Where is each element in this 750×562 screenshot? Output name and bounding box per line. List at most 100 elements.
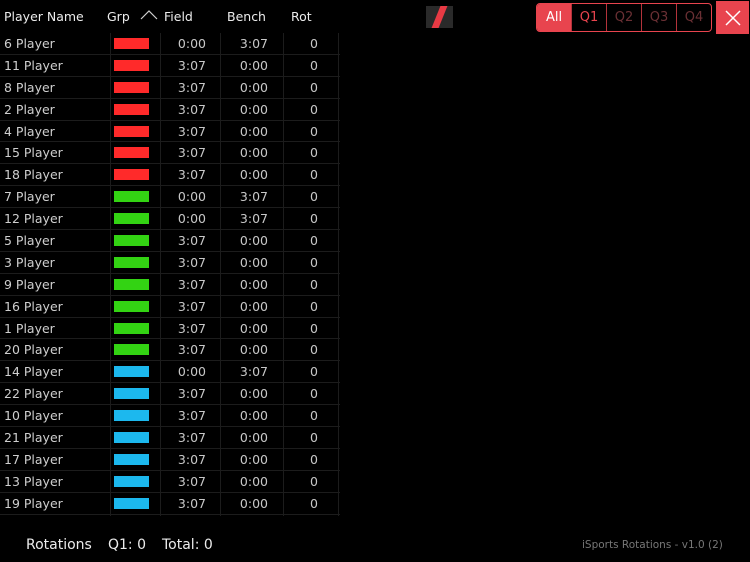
table-row[interactable]: 10 Player 3:07 0:00 0: [0, 405, 340, 428]
field-time: 3:07: [177, 320, 206, 336]
player-name: 7 Player: [4, 189, 55, 205]
bench-time: 3:07: [239, 211, 268, 227]
close-button[interactable]: [716, 1, 749, 34]
rotation-count: 0: [310, 145, 318, 161]
table-row[interactable]: 11 Player 3:07 0:00 0: [0, 55, 340, 77]
group-color-swatch[interactable]: [114, 256, 149, 268]
app-logo: [426, 6, 453, 28]
field-time: 3:07: [177, 408, 206, 424]
table-row[interactable]: 13 Player 3:07 0:00 0: [0, 471, 340, 493]
group-color-swatch[interactable]: [114, 497, 149, 509]
table-row[interactable]: 22 Player 3:07 0:00 0: [0, 383, 340, 406]
header-bench[interactable]: Bench: [227, 9, 266, 24]
group-color-swatch[interactable]: [114, 38, 149, 49]
table-row[interactable]: 14 Player 0:00 3:07 0: [0, 361, 340, 384]
group-color-swatch[interactable]: [114, 300, 149, 312]
group-color-swatch[interactable]: [114, 410, 149, 422]
group-color-swatch[interactable]: [114, 59, 149, 71]
table-row[interactable]: 20 Player 3:07 0:00 0: [0, 339, 340, 362]
bench-time: 3:07: [239, 36, 268, 51]
rotation-count: 0: [310, 167, 318, 183]
player-name: 15 Player: [4, 145, 63, 161]
header-field[interactable]: Field: [164, 9, 193, 24]
header-grp[interactable]: Grp: [107, 9, 130, 24]
field-time: 3:07: [177, 451, 206, 467]
bench-time: 0:00: [239, 473, 268, 489]
player-table: 6 Player 0:00 3:07 0 11 Player 3:07 0:00 0 8 Pla…: [0, 33, 340, 515]
bench-time: 0:00: [239, 57, 268, 73]
group-color-swatch[interactable]: [114, 278, 149, 290]
player-name: 21 Player: [4, 430, 63, 446]
player-name: 19 Player: [4, 495, 63, 511]
footer-bar: Rotations Q1: 0 Total: 0 iSports Rotatio…: [0, 528, 750, 562]
group-color-swatch[interactable]: [114, 388, 149, 400]
group-color-swatch[interactable]: [114, 169, 149, 181]
rotation-count: 0: [310, 342, 318, 358]
table-row[interactable]: 4 Player 3:07 0:00 0: [0, 121, 340, 143]
group-color-swatch[interactable]: [114, 235, 149, 247]
group-color-swatch[interactable]: [114, 432, 149, 444]
group-color-swatch[interactable]: [114, 125, 149, 137]
bench-time: 3:07: [239, 364, 268, 380]
rotation-count: 0: [310, 189, 318, 205]
filter-q1[interactable]: Q1: [571, 4, 606, 31]
field-time: 3:07: [177, 57, 206, 73]
table-row[interactable]: 3 Player 3:07 0:00 0: [0, 252, 340, 274]
rotation-count: 0: [310, 123, 318, 139]
filter-q3[interactable]: Q3: [641, 4, 676, 31]
group-color-swatch[interactable]: [114, 191, 149, 203]
group-color-swatch[interactable]: [114, 213, 149, 225]
field-time: 3:07: [177, 123, 206, 139]
group-color-swatch[interactable]: [114, 366, 149, 378]
group-color-swatch[interactable]: [114, 344, 149, 356]
bench-time: 0:00: [239, 101, 268, 117]
table-row[interactable]: 6 Player 0:00 3:07 0: [0, 33, 340, 55]
rotation-count: 0: [310, 451, 318, 467]
rotations-label: Rotations: [26, 537, 92, 553]
table-row[interactable]: 1 Player 3:07 0:00 0: [0, 318, 340, 340]
table-header: Player Name Grp Field Bench Rot All Q1 Q…: [0, 0, 750, 34]
field-time: 3:07: [177, 79, 206, 95]
chevron-up-icon[interactable]: [140, 9, 158, 21]
header-player-name[interactable]: Player Name: [4, 9, 84, 24]
group-color-swatch[interactable]: [114, 453, 149, 465]
rotation-count: 0: [310, 298, 318, 314]
table-row[interactable]: 8 Player 3:07 0:00 0: [0, 77, 340, 99]
player-name: 10 Player: [4, 408, 63, 424]
filter-all[interactable]: All: [537, 4, 571, 31]
field-time: 3:07: [177, 233, 206, 249]
rotation-count: 0: [310, 320, 318, 336]
rotation-count: 0: [310, 101, 318, 117]
group-color-swatch[interactable]: [114, 81, 149, 93]
table-row[interactable]: 19 Player 3:07 0:00 0: [0, 493, 340, 515]
rotation-count: 0: [310, 364, 318, 380]
table-row[interactable]: 15 Player 3:07 0:00 0: [0, 142, 340, 165]
filter-q2[interactable]: Q2: [606, 4, 641, 31]
table-row[interactable]: 5 Player 3:07 0:00 0: [0, 230, 340, 252]
bench-time: 3:07: [239, 189, 268, 205]
table-row[interactable]: 7 Player 0:00 3:07 0: [0, 186, 340, 209]
group-color-swatch[interactable]: [114, 322, 149, 334]
bench-time: 0:00: [239, 298, 268, 314]
table-row[interactable]: 9 Player 3:07 0:00 0: [0, 274, 340, 296]
table-row[interactable]: 18 Player 3:07 0:00 0: [0, 164, 340, 187]
filter-q4[interactable]: Q4: [676, 4, 711, 31]
table-row[interactable]: 12 Player 0:00 3:07 0: [0, 208, 340, 231]
group-color-swatch[interactable]: [114, 475, 149, 487]
bench-time: 0:00: [239, 320, 268, 336]
field-time: 0:00: [177, 189, 206, 205]
table-row[interactable]: 2 Player 3:07 0:00 0: [0, 99, 340, 121]
q1-rotation-count: Q1: 0: [108, 537, 147, 553]
bench-time: 0:00: [239, 233, 268, 249]
group-color-swatch[interactable]: [114, 103, 149, 115]
table-row[interactable]: 21 Player 3:07 0:00 0: [0, 427, 340, 449]
header-rot[interactable]: Rot: [291, 9, 312, 24]
bench-time: 0:00: [239, 254, 268, 270]
table-row[interactable]: 16 Player 3:07 0:00 0: [0, 296, 340, 318]
bench-time: 0:00: [239, 342, 268, 358]
player-name: 9 Player: [4, 276, 55, 292]
bench-time: 0:00: [239, 276, 268, 292]
player-name: 4 Player: [4, 123, 55, 139]
group-color-swatch[interactable]: [114, 147, 149, 159]
table-row[interactable]: 17 Player 3:07 0:00 0: [0, 449, 340, 471]
